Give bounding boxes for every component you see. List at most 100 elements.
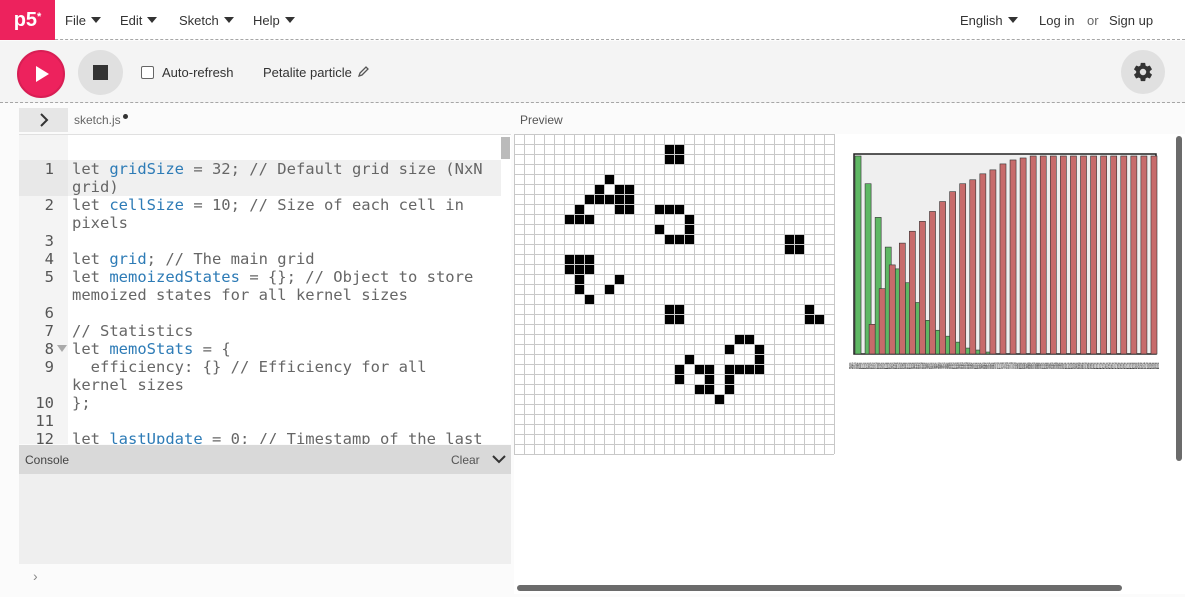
live-cell (604, 174, 614, 184)
language-select[interactable]: English (960, 0, 1018, 40)
console-input[interactable]: › (19, 564, 511, 592)
red-bar (1070, 155, 1077, 355)
code-line[interactable]: 8 let memoStats = { (19, 340, 501, 358)
code-text: }; (72, 394, 91, 412)
project-name[interactable]: Petalite particle (263, 65, 369, 80)
code-line[interactable]: 3 (19, 232, 501, 250)
red-bar (969, 179, 977, 355)
expand-sidebar-button[interactable] (19, 108, 68, 132)
code-line[interactable]: 7// Statistics (19, 322, 501, 340)
console-collapse-button[interactable] (492, 452, 506, 470)
pencil-icon[interactable] (357, 65, 369, 80)
red-bar (1019, 157, 1027, 355)
game-grid (514, 134, 835, 455)
menu-sketch[interactable]: Sketch (179, 0, 234, 40)
live-cell (674, 204, 684, 214)
code-line[interactable]: 4 let grid; // The main grid (19, 250, 501, 268)
or-text: or (1087, 12, 1099, 28)
live-cell (584, 214, 594, 224)
live-cell (704, 364, 714, 374)
play-button[interactable] (17, 50, 65, 98)
live-cell (674, 154, 684, 164)
live-cell (614, 194, 624, 204)
menu-file[interactable]: File (65, 0, 101, 40)
live-cell (574, 274, 584, 284)
red-bar (1049, 155, 1057, 355)
live-cell (564, 264, 574, 274)
editor-header: sketch.js (19, 107, 511, 134)
code-line[interactable]: 2 let cellSize = 10; // Size of each cell… (19, 196, 501, 232)
red-bar (1130, 155, 1138, 355)
auto-refresh-checkbox[interactable] (141, 66, 154, 79)
line-number: 12 (19, 430, 68, 444)
chevron-down-icon (223, 17, 234, 23)
code-lines[interactable]: 1 let gridSize = 32; // Default grid size… (19, 160, 501, 444)
editor-scrollbar[interactable] (501, 137, 510, 159)
console-clear-button[interactable]: Clear (451, 453, 480, 467)
efficiency-chart: 3x3 4x4 5x5 6x6 7x7 8x8 9x9 10x10 11x11 … (849, 153, 1159, 371)
code-editor[interactable]: 1 let gridSize = 32; // Default grid size… (19, 134, 511, 444)
code-line[interactable]: 11 (19, 412, 501, 430)
chart-tick-labels: 3x3 4x4 5x5 6x6 7x7 8x8 9x9 10x10 11x11 … (849, 361, 1159, 371)
preview-frame[interactable]: 3x3 4x4 5x5 6x6 7x7 8x8 9x9 10x10 11x11 … (514, 134, 1185, 594)
red-bar (1080, 155, 1087, 355)
live-cell (814, 314, 824, 324)
code-text: let gridSize = 32; // Default grid size … (72, 160, 492, 196)
preview-label: Preview (520, 113, 563, 127)
line-number: 2 (19, 196, 68, 232)
sketch-canvas[interactable]: 3x3 4x4 5x5 6x6 7x7 8x8 9x9 10x10 11x11 … (514, 134, 1185, 594)
live-cell (684, 214, 694, 224)
code-text: let memoizedStates = {}; // Object to st… (72, 268, 483, 304)
line-number: 4 (19, 250, 68, 268)
live-cell (724, 384, 734, 394)
live-cell (754, 364, 764, 374)
live-cell (614, 274, 624, 284)
red-bar (979, 173, 987, 355)
code-line[interactable]: 10}; (19, 394, 501, 412)
live-cell (594, 194, 604, 204)
menu-edit[interactable]: Edit (120, 0, 158, 40)
live-cell (694, 384, 704, 394)
red-bar (1029, 155, 1037, 355)
red-bar (1140, 155, 1148, 355)
live-cell (664, 304, 674, 314)
settings-button[interactable] (1121, 50, 1165, 94)
signup-link[interactable]: Sign up (1109, 0, 1153, 40)
live-cell (674, 314, 684, 324)
login-link[interactable]: Log in (1039, 0, 1074, 40)
live-cell (584, 194, 594, 204)
code-line[interactable]: 12 let lastUpdate = 0; // Timestamp of th… (19, 430, 501, 444)
code-line[interactable]: 6 (19, 304, 501, 322)
file-tab[interactable]: sketch.js (74, 113, 128, 127)
live-cell (654, 224, 664, 234)
chevron-down-icon (147, 17, 158, 23)
live-cell (684, 224, 694, 234)
live-cell (664, 144, 674, 154)
live-cell (614, 184, 624, 194)
line-number: 7 (19, 322, 68, 340)
console-prompt: › (33, 568, 38, 584)
red-bar (1009, 159, 1017, 355)
stop-button[interactable] (78, 50, 123, 95)
code-line[interactable]: 5 let memoizedStates = {}; // Object to s… (19, 268, 501, 304)
live-cell (624, 204, 634, 214)
auto-refresh[interactable]: Auto-refresh (141, 65, 234, 80)
preview-vertical-scrollbar[interactable] (1176, 136, 1182, 461)
menu-help[interactable]: Help (253, 0, 295, 40)
chevron-down-icon (1007, 17, 1018, 23)
live-cell (784, 234, 794, 244)
red-bar (878, 288, 886, 355)
preview-horizontal-scrollbar[interactable] (517, 585, 1122, 591)
fold-arrow-icon[interactable] (57, 345, 67, 352)
stop-icon (93, 65, 108, 80)
live-cell (574, 254, 584, 264)
live-cell (624, 194, 634, 204)
live-cell (614, 204, 624, 214)
code-line[interactable]: 1 let gridSize = 32; // Default grid size… (19, 160, 501, 196)
code-line[interactable]: 9 efficiency: {} // Efficiency for all k… (19, 358, 501, 394)
live-cell (684, 234, 694, 244)
p5-logo[interactable]: p5 * (0, 0, 55, 40)
red-bar (929, 211, 936, 355)
